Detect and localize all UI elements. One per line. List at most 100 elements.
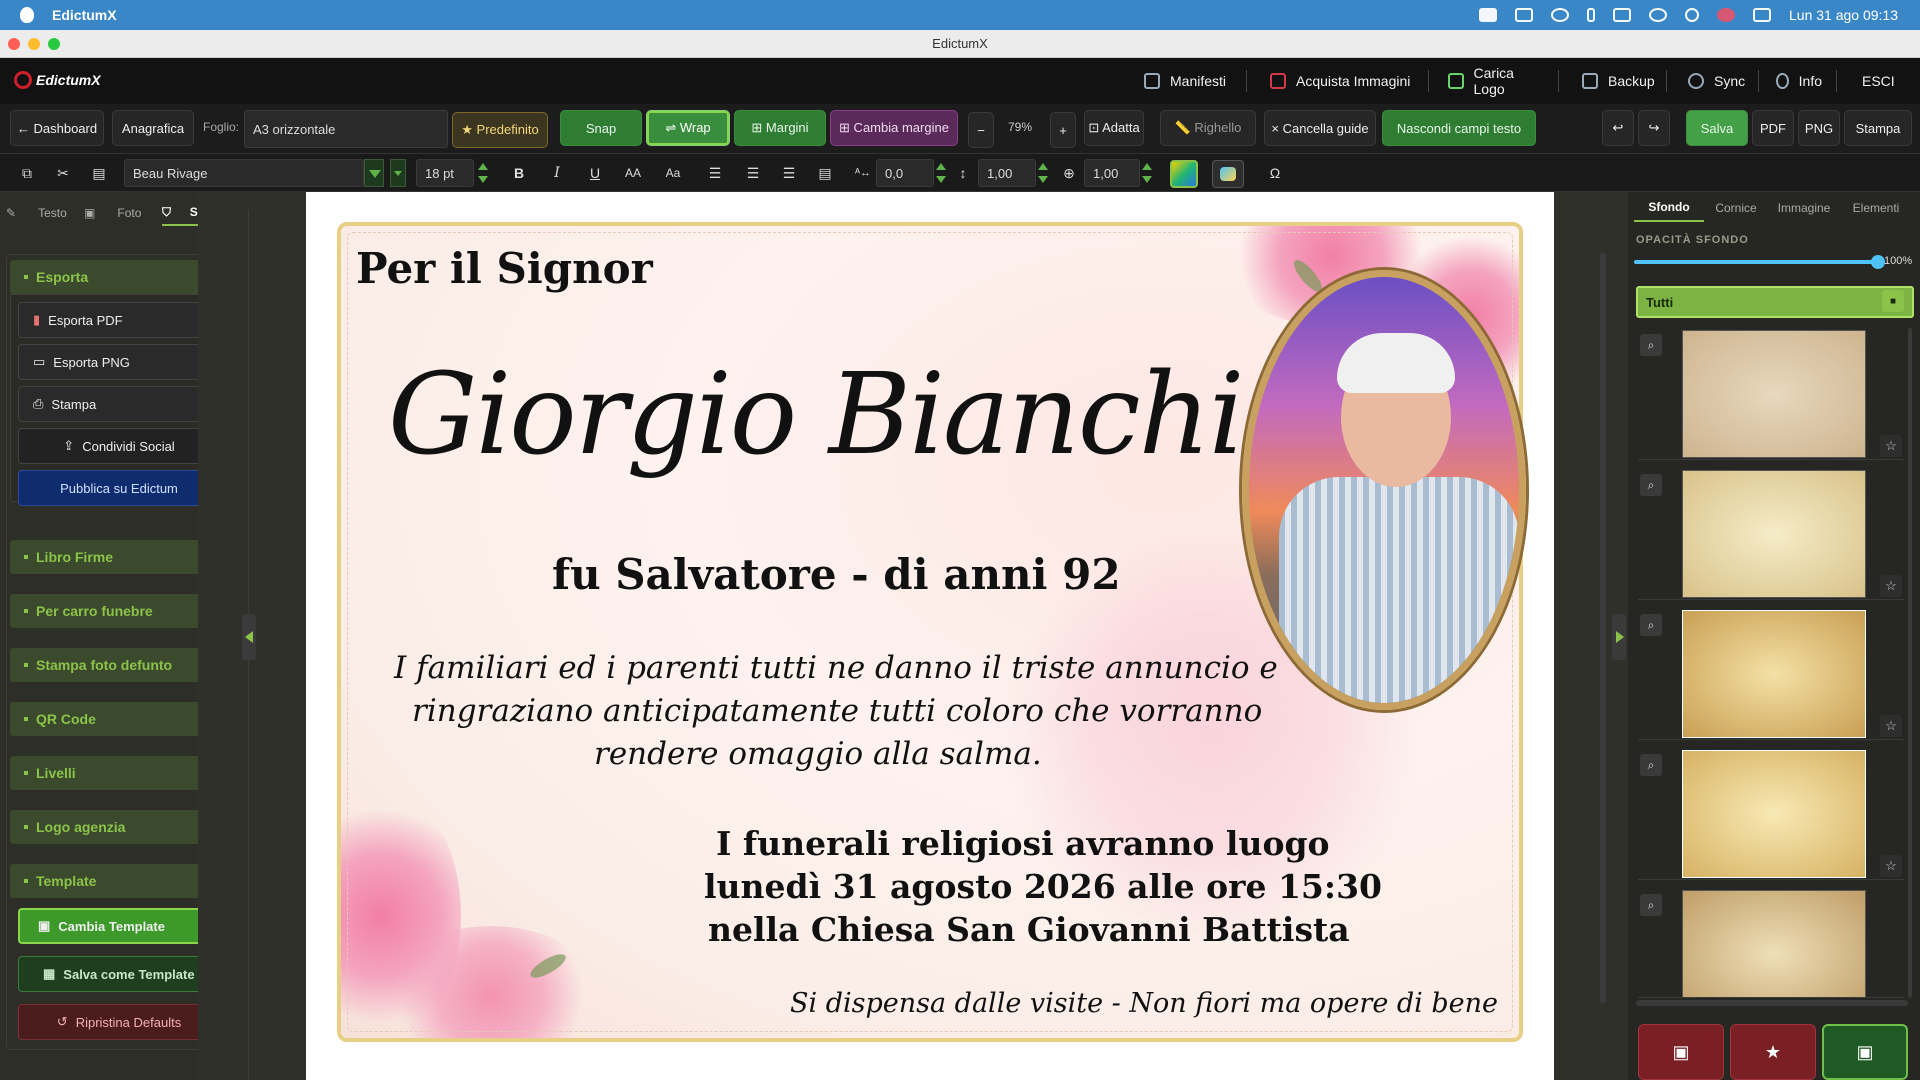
- case-button[interactable]: Aa: [660, 160, 686, 186]
- uppercase-button[interactable]: AA: [620, 160, 646, 186]
- search-icon[interactable]: [1685, 8, 1699, 22]
- underline-button[interactable]: U: [582, 160, 608, 186]
- ripristina-defaults-button[interactable]: ↺ Ripristina Defaults: [18, 1004, 220, 1040]
- text-annuncio-3[interactable]: rendere omaggio alla salma.: [594, 736, 1042, 772]
- nav-info[interactable]: Info: [1776, 58, 1822, 104]
- text-funerali-3[interactable]: nella Chiesa San Giovanni Battista: [708, 910, 1350, 949]
- nav-manifesti[interactable]: Manifesti: [1144, 58, 1226, 104]
- pubblica-edictum-button[interactable]: Pubblica su Edictum: [18, 470, 220, 506]
- zoom-preview-icon[interactable]: ⌕: [1640, 334, 1662, 356]
- bold-button[interactable]: B: [506, 160, 532, 186]
- nav-acquista-immagini[interactable]: Acquista Immagini: [1270, 58, 1410, 104]
- background-thumbnail[interactable]: [1682, 610, 1866, 738]
- text-funerali-1[interactable]: I funerali religiosi avranno luogo: [716, 824, 1330, 863]
- horizontal-scrollbar[interactable]: [1636, 1000, 1908, 1006]
- stampa-sidebar-button[interactable]: ⎙ Stampa: [18, 386, 220, 422]
- nav-carica-logo[interactable]: Carica Logo: [1448, 58, 1546, 104]
- clock[interactable]: Lun 31 ago 09:13: [1789, 7, 1898, 23]
- zoom-out-button[interactable]: −: [968, 112, 994, 148]
- scale-input[interactable]: 1,00: [1084, 159, 1140, 187]
- predefinito-button[interactable]: ★ Predefinito: [452, 112, 548, 148]
- background-item[interactable]: ⌕ ☆: [1638, 326, 1904, 460]
- tab-sfondo[interactable]: Sfondo: [1634, 194, 1704, 222]
- airdrop-icon[interactable]: [1551, 8, 1569, 22]
- background-item[interactable]: ⌕ ☆: [1638, 606, 1904, 740]
- esporta-pdf-button[interactable]: ▮ Esporta PDF: [18, 302, 220, 338]
- zoom-preview-icon[interactable]: ⌕: [1640, 754, 1662, 776]
- copy-icon[interactable]: ⧉: [14, 160, 40, 186]
- text-dispensa-visite[interactable]: Si dispensa dalle visite - Non fiori ma …: [790, 988, 1498, 1019]
- section-livelli[interactable]: Livelli: [10, 756, 228, 790]
- foglio-select[interactable]: A3 orizzontale: [244, 110, 448, 148]
- zoom-preview-icon[interactable]: ⌕: [1640, 614, 1662, 636]
- letter-spacing-input[interactable]: 0,0: [876, 159, 934, 187]
- zoom-window-button[interactable]: [48, 38, 60, 50]
- section-stampa-foto[interactable]: Stampa foto defunto: [10, 648, 228, 682]
- letter-spacing-stepper[interactable]: [934, 159, 948, 187]
- background-list-scrollbar[interactable]: [1908, 328, 1912, 998]
- cambia-template-button[interactable]: ▣ Cambia Template: [18, 908, 220, 944]
- salva-template-button[interactable]: ▦ Salva come Template: [18, 956, 220, 992]
- shadow-color-picker[interactable]: [1212, 160, 1244, 188]
- app-menu-name[interactable]: EdictumX: [52, 7, 117, 23]
- line-height-stepper[interactable]: [1036, 159, 1050, 187]
- font-size-stepper[interactable]: [476, 159, 490, 187]
- background-thumbnail[interactable]: [1682, 890, 1866, 997]
- font-dropdown-icon[interactable]: [364, 159, 384, 187]
- text-color-picker[interactable]: [1170, 160, 1198, 188]
- control-center-icon[interactable]: [1753, 8, 1771, 22]
- close-window-button[interactable]: [8, 38, 20, 50]
- collapse-right-panel-icon[interactable]: [1612, 614, 1626, 660]
- righello-toggle[interactable]: 📏 Righello: [1160, 110, 1256, 146]
- section-libro-firme[interactable]: Libro Firme: [10, 540, 228, 574]
- wrap-toggle[interactable]: ⇌ Wrap: [646, 110, 730, 146]
- minimize-window-button[interactable]: [28, 38, 40, 50]
- section-template[interactable]: Template: [10, 864, 228, 898]
- background-thumbnail[interactable]: [1682, 750, 1866, 878]
- font-style-dropdown-icon[interactable]: [390, 159, 406, 187]
- salva-button[interactable]: Salva: [1686, 110, 1748, 146]
- opacity-slider[interactable]: [1634, 255, 1885, 269]
- font-size-input[interactable]: 18 pt: [416, 159, 474, 187]
- dashboard-button[interactable]: ← Dashboard: [10, 110, 104, 146]
- canvas-scrollbar[interactable]: [1600, 252, 1606, 1004]
- section-esporta[interactable]: Esporta: [10, 260, 228, 294]
- section-qr-code[interactable]: QR Code: [10, 702, 228, 736]
- redo-button[interactable]: ↪: [1638, 110, 1670, 146]
- apple-icon[interactable]: [20, 7, 34, 23]
- text-annuncio-1[interactable]: I familiari ed i parenti tutti ne danno …: [394, 650, 1278, 686]
- snap-toggle[interactable]: Snap: [560, 110, 642, 146]
- text-per-il-signor[interactable]: Per il Signor: [356, 244, 653, 293]
- gallery-button[interactable]: ▣: [1822, 1024, 1908, 1080]
- section-logo-agenzia[interactable]: Logo agenzia: [10, 810, 228, 844]
- zoom-preview-icon[interactable]: ⌕: [1640, 474, 1662, 496]
- justify-icon[interactable]: ▤: [812, 160, 838, 186]
- pdf-button[interactable]: PDF: [1752, 110, 1794, 146]
- paste-icon[interactable]: ▤: [86, 160, 112, 186]
- tab-elementi[interactable]: Elementi: [1840, 194, 1912, 222]
- add-background-image-button[interactable]: ▣: [1638, 1024, 1724, 1080]
- align-right-icon[interactable]: ☰: [776, 160, 802, 186]
- cut-icon[interactable]: ✂: [50, 160, 76, 186]
- special-chars-button[interactable]: Ω: [1262, 160, 1288, 186]
- nav-backup[interactable]: Backup: [1582, 58, 1655, 104]
- tab-foto[interactable]: ▣ Foto: [84, 200, 146, 226]
- battery-icon[interactable]: [1613, 8, 1631, 22]
- display-icon[interactable]: [1515, 8, 1533, 22]
- cambia-margine-button[interactable]: ⊞ Cambia margine: [830, 110, 958, 146]
- align-center-icon[interactable]: ☰: [740, 160, 766, 186]
- zoom-preview-icon[interactable]: ⌕: [1640, 894, 1662, 916]
- font-family-select[interactable]: Beau Rivage: [124, 159, 364, 187]
- background-item[interactable]: ⌕ ☆: [1638, 746, 1904, 880]
- cancella-guide-button[interactable]: × Cancella guide: [1264, 110, 1376, 146]
- nav-esci[interactable]: ESCI: [1862, 58, 1895, 104]
- favorite-star-icon[interactable]: ☆: [1880, 715, 1902, 737]
- deceased-portrait[interactable]: [1242, 270, 1526, 710]
- favorites-filter-button[interactable]: ★: [1730, 1024, 1816, 1080]
- line-height-input[interactable]: 1,00: [978, 159, 1036, 187]
- anagrafica-button[interactable]: Anagrafica: [112, 110, 194, 146]
- png-button[interactable]: PNG: [1798, 110, 1840, 146]
- section-carro-funebre[interactable]: Per carro funebre: [10, 594, 228, 628]
- background-thumbnail[interactable]: [1682, 470, 1866, 598]
- siri-icon[interactable]: [1717, 8, 1735, 22]
